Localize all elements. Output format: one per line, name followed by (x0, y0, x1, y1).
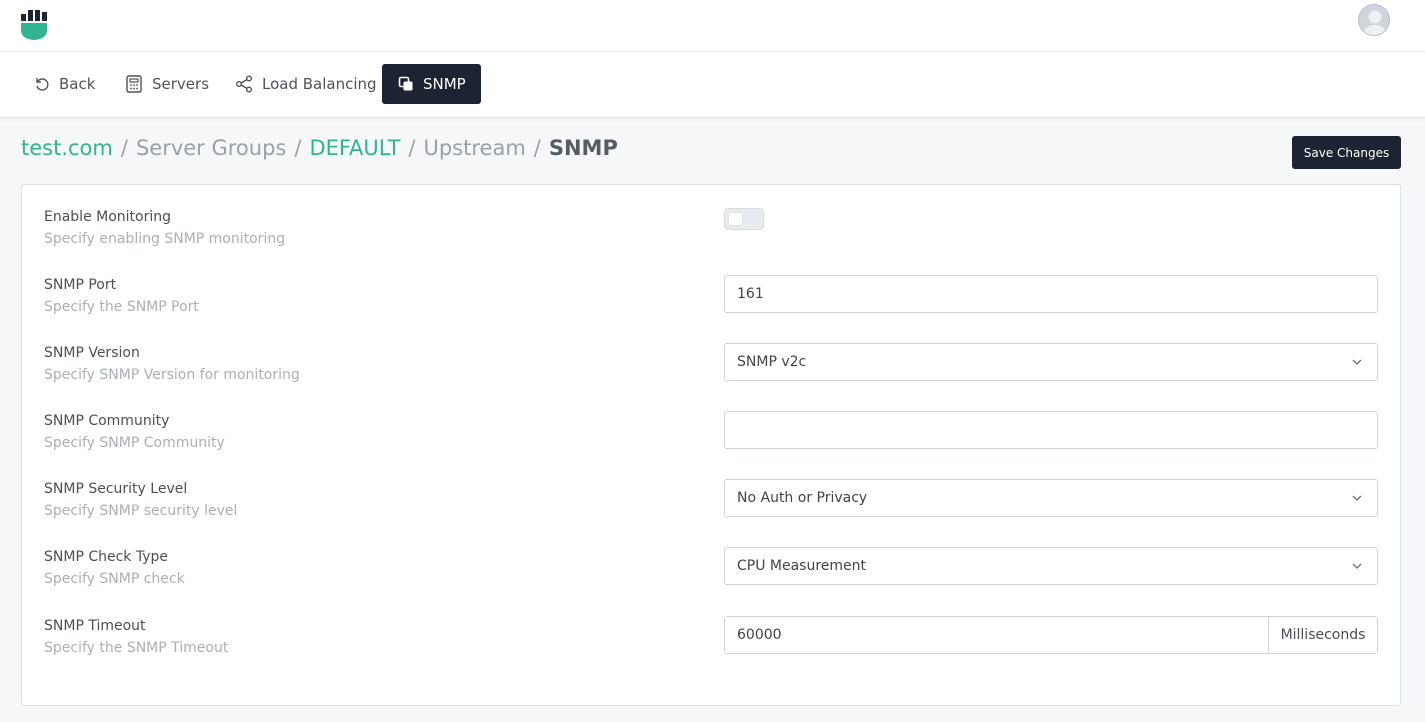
selected-value: CPU Measurement (737, 558, 867, 574)
snmp-version-row: SNMP Version Specify SNMP Version for mo… (44, 345, 300, 383)
calculator-icon (126, 75, 142, 93)
field-hint: Specify SNMP security level (44, 503, 238, 519)
back-button[interactable]: Back (34, 64, 95, 104)
undo-icon (36, 78, 49, 91)
field-label: SNMP Port (44, 277, 117, 293)
breadcrumb-separator: / (294, 136, 302, 160)
clone-icon (398, 76, 413, 91)
snmp-timeout-row: SNMP Timeout Specify the SNMP Timeout (44, 618, 228, 656)
breadcrumb-current-page: SNMP (548, 136, 618, 160)
selected-value: SNMP v2c (737, 354, 807, 370)
chevron-down-icon (1352, 563, 1362, 569)
timeout-unit-addon: Milliseconds (1268, 617, 1377, 653)
field-hint: Specify enabling SNMP monitoring (44, 231, 286, 247)
breadcrumb-upstream: Upstream (423, 136, 526, 160)
field-label: SNMP Timeout (44, 618, 146, 634)
snmp-port-row: SNMP Port Specify the SNMP Port (44, 277, 199, 315)
share-nodes-icon (236, 75, 252, 93)
field-label: SNMP Security Level (44, 481, 188, 497)
selected-value: No Auth or Privacy (737, 490, 868, 506)
breadcrumb-separator: / (408, 136, 416, 160)
snmp-community-row: SNMP Community Specify SNMP Community (44, 413, 225, 451)
servers-label: Servers (152, 75, 210, 93)
field-hint: Specify SNMP Version for monitoring (44, 367, 300, 383)
snmp-community-input[interactable] (724, 411, 1378, 449)
chevron-down-icon (1352, 495, 1362, 501)
save-changes-button[interactable]: Save Changes (1292, 136, 1401, 169)
snmp-timeout-input[interactable] (725, 617, 1268, 653)
snmp-label: SNMP (423, 75, 466, 93)
back-label: Back (59, 75, 96, 93)
snmp-version-select[interactable]: SNMP v2c (724, 343, 1378, 381)
breadcrumb-separator: / (533, 136, 541, 160)
breadcrumb-server-groups: Server Groups (135, 136, 287, 160)
field-hint: Specify SNMP check (44, 571, 185, 587)
field-hint: Specify SNMP Community (44, 435, 225, 451)
top-bar (0, 0, 1425, 52)
breadcrumb-domain-link[interactable]: test.com (21, 136, 113, 160)
field-label: SNMP Check Type (44, 549, 169, 565)
enable-monitoring-toggle[interactable] (724, 208, 764, 230)
snmp-check-type-row: SNMP Check Type Specify SNMP check (44, 549, 185, 587)
breadcrumb-separator: / (120, 136, 128, 160)
snmp-security-level-select[interactable]: No Auth or Privacy (724, 479, 1378, 517)
breadcrumb-group-link[interactable]: DEFAULT (309, 136, 400, 160)
load-balancing-nav-item[interactable]: Load Balancing (235, 64, 377, 104)
field-hint: Specify the SNMP Port (44, 299, 199, 315)
load-balancing-label: Load Balancing (262, 75, 377, 93)
user-avatar-icon[interactable] (1358, 4, 1390, 36)
field-label: SNMP Community (44, 413, 170, 429)
snmp-check-type-select[interactable]: CPU Measurement (724, 547, 1378, 585)
field-hint: Specify the SNMP Timeout (44, 640, 229, 656)
shield-logo-icon[interactable] (21, 10, 49, 40)
snmp-timeout-input-group: Milliseconds (724, 616, 1378, 654)
field-label: Enable Monitoring (44, 209, 172, 225)
sub-navigation: Back Servers Load Balancing SNMP (0, 52, 1425, 118)
enable-monitoring-row: Enable Monitoring Specify enabling SNMP … (44, 209, 285, 247)
field-label: SNMP Version (44, 345, 140, 361)
snmp-security-level-row: SNMP Security Level Specify SNMP securit… (44, 481, 237, 519)
toggle-knob (729, 213, 742, 225)
servers-nav-item[interactable]: Servers (125, 64, 209, 104)
snmp-port-input[interactable] (724, 275, 1378, 313)
chevron-down-icon (1352, 359, 1362, 365)
snmp-nav-item-active[interactable]: SNMP (382, 64, 481, 104)
breadcrumb: test.com / Server Groups / DEFAULT / Ups… (21, 136, 618, 160)
